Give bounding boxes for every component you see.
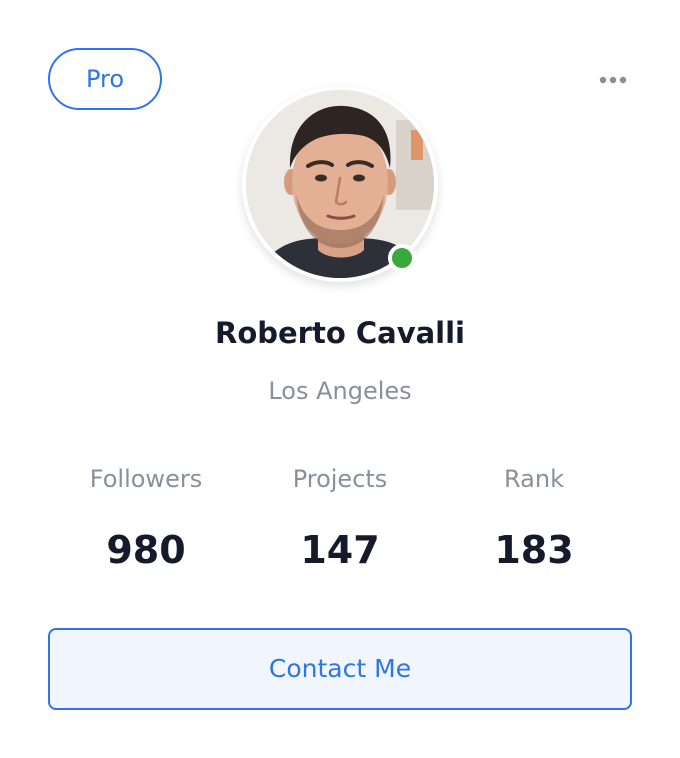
online-status-indicator [388,244,416,272]
stat-label: Projects [292,465,388,493]
stat-label: Rank [504,465,564,493]
profile-name: Roberto Cavalli [214,316,465,350]
stat-value: 183 [494,528,574,572]
profile-location: Los Angeles [268,377,412,405]
contact-me-button[interactable]: Contact Me [48,628,632,710]
stat-label: Followers [89,465,203,493]
more-horizontal-icon [599,76,627,84]
stat-value: 147 [300,528,380,572]
stat-value: 980 [106,528,186,572]
more-options-button[interactable] [593,66,633,94]
pro-badge: Pro [48,48,162,110]
stat-rank: Rank 183 [434,464,634,570]
profile-card: Pro Roberto Cavalli Los Angeles Follower… [0,0,680,758]
stat-followers: Followers 980 [46,464,246,570]
stat-projects: Projects 147 [240,464,440,570]
